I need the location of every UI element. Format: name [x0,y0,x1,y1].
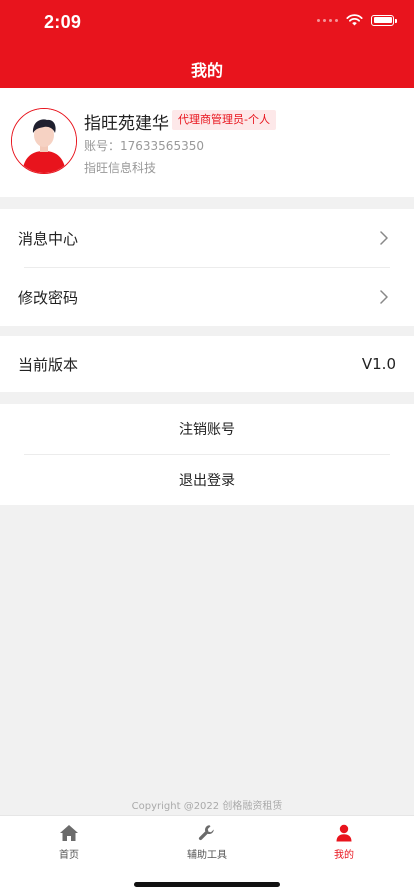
battery-icon [371,14,397,26]
page-title: 我的 [190,61,223,80]
version-value: V1.0 [361,355,396,373]
person-icon [336,824,352,842]
avatar-illustration-icon [12,109,76,173]
copyright-text: Copyright @2022 创格融资租赁 [131,801,283,812]
role-badge: 代理商管理员-个人 [172,110,276,130]
version-label: 当前版本 [18,355,79,374]
home-indicator [134,882,280,887]
tab-home[interactable]: 首页 [19,824,119,861]
tab-home-label: 首页 [59,850,79,861]
user-name: 指旺苑建华 [84,114,169,134]
logout-button[interactable]: 退出登录 [0,455,414,505]
change-password-row[interactable]: 修改密码 [0,268,414,326]
chevron-right-icon [380,290,388,304]
tab-mine[interactable]: 我的 [294,824,394,861]
avatar [11,108,77,174]
version-row: 当前版本 V1.0 [0,336,414,392]
tab-tools[interactable]: 辅助工具 [157,824,257,861]
change-password-label: 修改密码 [18,288,79,307]
company-name: 指旺信息科技 [84,161,157,175]
menu-group-version: 当前版本 V1.0 [0,336,414,392]
home-icon [60,825,78,841]
status-time: 2:09 [44,12,82,32]
cancel-account-button[interactable]: 注销账号 [0,404,414,454]
chevron-right-icon [380,231,388,245]
messages-row[interactable]: 消息中心 [0,209,414,267]
messages-label: 消息中心 [18,229,79,248]
status-indicators [317,14,397,26]
tab-tools-label: 辅助工具 [187,850,227,861]
account-number: 账号：17633565350 [84,139,204,153]
top-header: 2:09 我的 [0,0,414,88]
menu-group-account: 注销账号 退出登录 [0,404,414,505]
profile-card: 指旺苑建华 代理商管理员-个人 账号：17633565350 指旺信息科技 [0,88,414,197]
wifi-icon [346,14,363,26]
wrench-icon [198,825,214,841]
menu-group-primary: 消息中心 修改密码 [0,209,414,326]
signal-icon [317,18,338,22]
tab-mine-label: 我的 [334,850,354,861]
